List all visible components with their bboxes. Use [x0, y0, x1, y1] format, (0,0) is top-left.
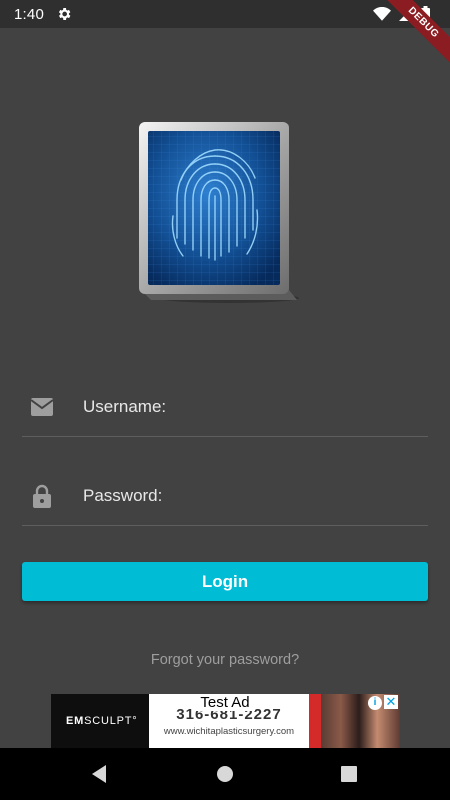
- ad-close-icon[interactable]: ✕: [384, 695, 398, 709]
- password-label: Password:: [83, 485, 163, 505]
- forgot-password-link[interactable]: Forgot your password?: [0, 652, 450, 668]
- username-label: Username:: [83, 396, 167, 416]
- status-time: 1:40: [14, 5, 44, 23]
- ad-test-tag: Test Ad: [195, 694, 255, 711]
- ad-info-icon[interactable]: i: [368, 696, 382, 710]
- home-icon[interactable]: [216, 764, 234, 784]
- ad-brand: EM SCULPT°: [51, 694, 149, 748]
- ad-red-strip: [309, 694, 321, 748]
- ad-brand-suffix: SCULPT°: [84, 715, 138, 727]
- ad-content: 316-681-2227 www.wichitaplasticsurgery.c…: [149, 694, 309, 748]
- username-field[interactable]: Username:: [22, 377, 428, 437]
- lock-icon: [22, 484, 62, 508]
- ad-url: www.wichitaplasticsurgery.com: [163, 726, 295, 737]
- ad-banner[interactable]: EM SCULPT° 316-681-2227 www.wichitaplasti…: [51, 694, 400, 748]
- login-screen: Username: Password: Login Forgot your pa…: [0, 28, 450, 748]
- ad-brand-prefix: EM: [66, 715, 85, 727]
- wifi-icon: [373, 7, 391, 21]
- settings-gear-icon: [58, 8, 71, 20]
- recents-icon[interactable]: [341, 764, 357, 784]
- password-field[interactable]: Password:: [22, 466, 428, 526]
- back-icon[interactable]: [90, 764, 108, 784]
- fingerprint-logo-icon: [137, 120, 307, 306]
- navigation-bar: [0, 748, 450, 800]
- email-icon: [22, 397, 62, 417]
- status-bar: 1:40: [0, 0, 450, 28]
- login-button[interactable]: Login: [22, 562, 428, 601]
